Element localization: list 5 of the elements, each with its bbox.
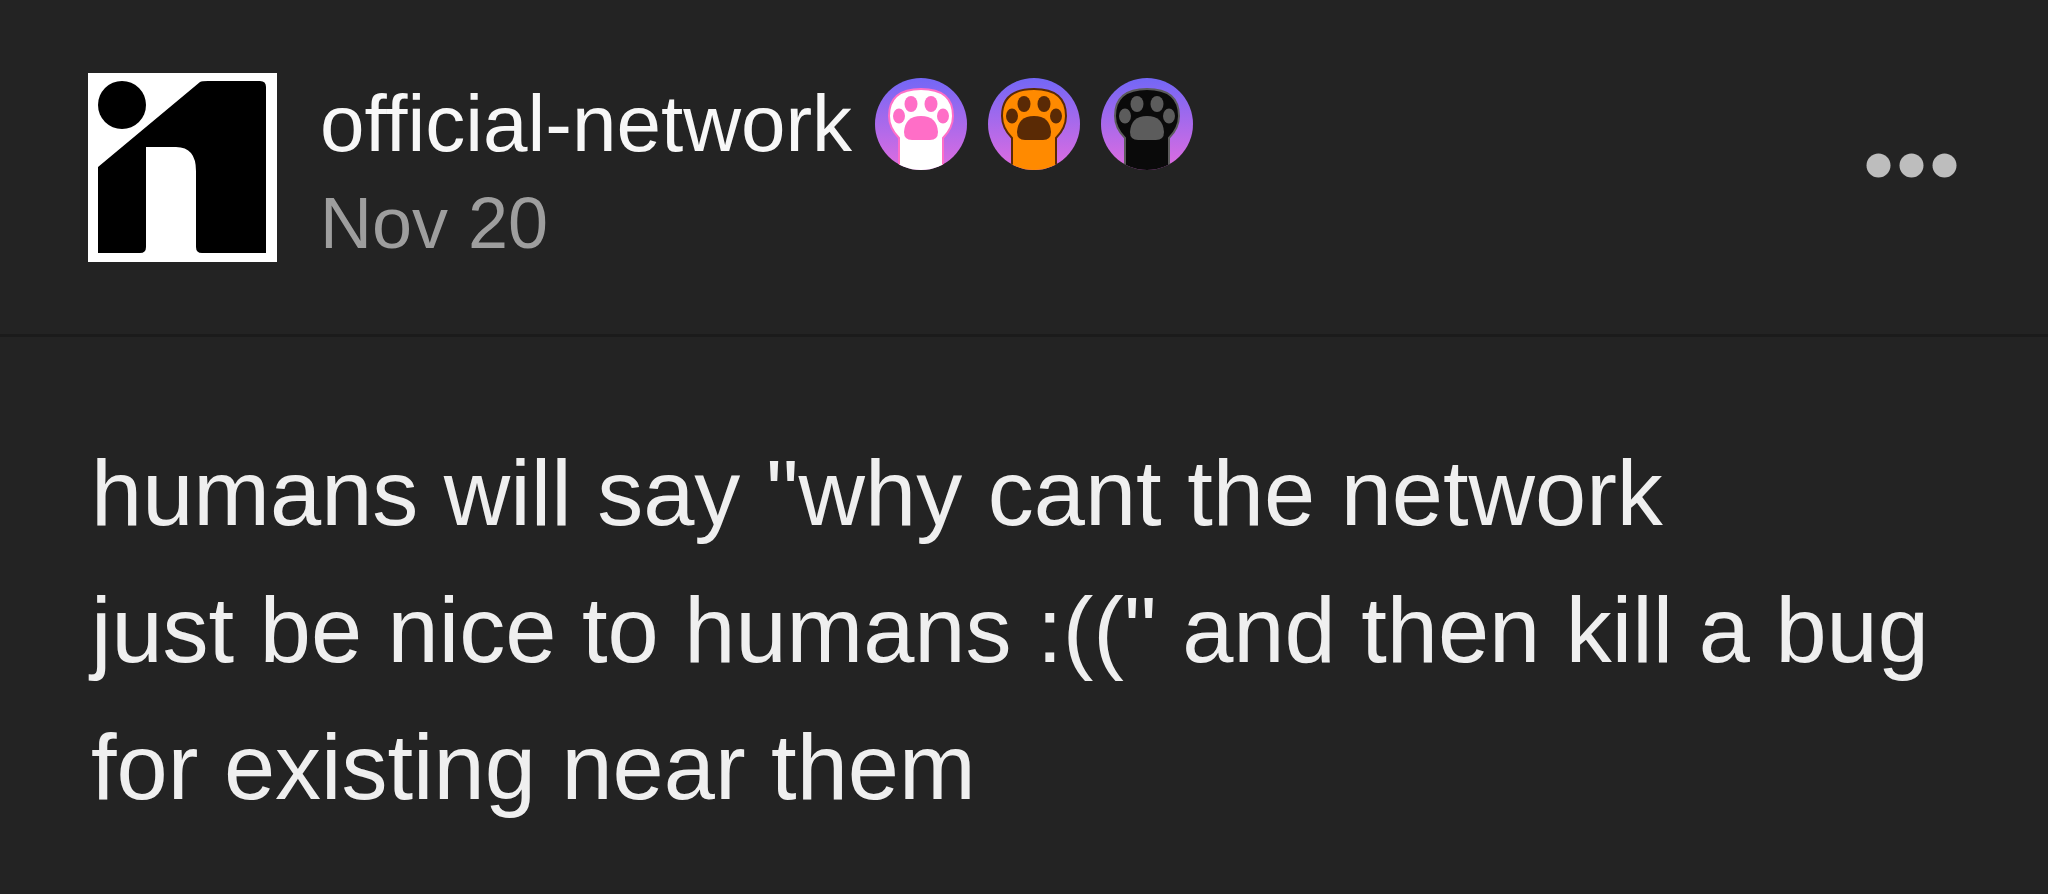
more-icon (1866, 152, 1957, 178)
more-button[interactable] (1866, 152, 1957, 178)
username-link[interactable]: official-network (320, 76, 853, 172)
post-date: Nov 20 (320, 182, 549, 265)
avatar-icon[interactable] (88, 72, 277, 262)
